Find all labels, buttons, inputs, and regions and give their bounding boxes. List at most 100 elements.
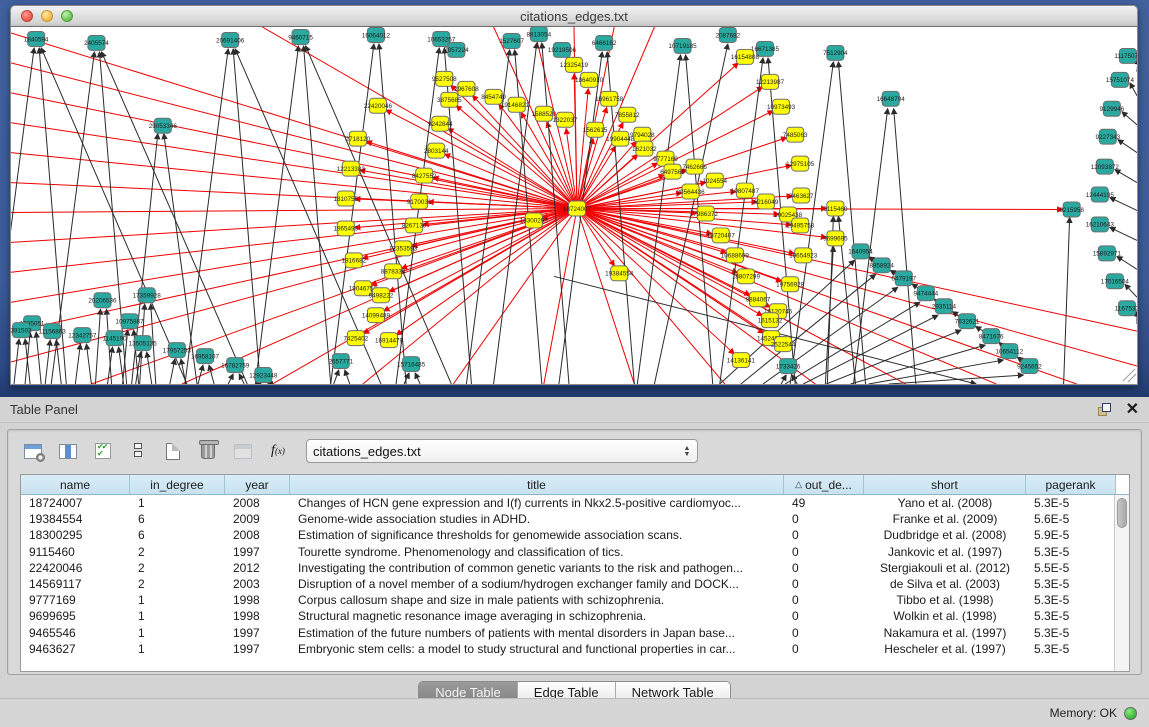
graph-node[interactable]: 7462666 <box>682 159 707 174</box>
graph-node[interactable]: 20691406 <box>216 32 245 47</box>
column-header-year[interactable]: year <box>225 475 290 494</box>
graph-node[interactable]: 2967608 <box>454 81 479 96</box>
graph-node[interactable]: 11175074 <box>1114 48 1137 63</box>
table-row[interactable]: 969969511998Structural magnetic resonanc… <box>21 608 1129 624</box>
graph-node[interactable]: 17957253 <box>163 343 192 358</box>
graph-node[interactable]: 2718120 <box>346 131 371 146</box>
graph-node[interactable]: 16961758 <box>595 91 624 106</box>
network-canvas[interactable]: 1840594 2405574 20691406 9460715 16064012 106… <box>10 27 1138 385</box>
graph-node[interactable]: 19218506 <box>548 42 577 57</box>
graph-node[interactable]: 29053346 <box>149 118 178 133</box>
graph-node[interactable]: 16914479 <box>375 333 404 348</box>
graph-node[interactable]: 10654112 <box>995 344 1023 359</box>
graph-node[interactable]: 8215958 <box>1059 202 1084 217</box>
trash-icon[interactable] <box>195 438 221 464</box>
graph-node[interactable]: 9170031 <box>407 194 432 209</box>
column-header-title[interactable]: title <box>290 475 784 494</box>
graph-node[interactable]: 19756928 <box>776 277 805 292</box>
graph-node[interactable]: 12093872 <box>1091 159 1120 174</box>
graph-node[interactable]: 391503 <box>11 323 32 338</box>
float-window-icon[interactable] <box>1098 403 1112 417</box>
graph-node[interactable]: 2405574 <box>84 35 109 50</box>
table-row[interactable]: 1456911722003Disruption of a novel membe… <box>21 576 1129 592</box>
graph-node[interactable]: 2657771 <box>328 354 353 369</box>
graph-node[interactable]: 1733426 <box>776 359 801 374</box>
graph-node[interactable]: 8878334 <box>381 264 406 279</box>
graph-node[interactable]: 9498222 <box>369 288 394 303</box>
window-titlebar[interactable]: citations_edges.txt <box>10 5 1138 27</box>
resize-grip-icon[interactable] <box>1123 369 1136 382</box>
graph-node[interactable]: 7857224 <box>444 42 469 57</box>
graph-node[interactable]: 1167533 <box>1115 301 1137 316</box>
graph-node[interactable]: 9699695 <box>823 231 848 246</box>
new-file-icon[interactable] <box>160 438 186 464</box>
graph-node[interactable]: 17016504 <box>1101 274 1130 289</box>
graph-node[interactable]: 10807487 <box>731 183 760 198</box>
graph-node[interactable]: 9129946 <box>1100 101 1125 116</box>
graph-node[interactable]: 15892971 <box>1093 246 1122 261</box>
graph-node[interactable]: 9463627 <box>789 188 814 203</box>
graph-node[interactable]: 1322037 <box>553 112 578 127</box>
graph-node[interactable]: 9245652 <box>1017 359 1042 374</box>
table-row[interactable]: 911546021997Tourette syndrome. Phenomeno… <box>21 544 1129 560</box>
graph-node[interactable]: 1562615 <box>583 122 608 137</box>
citation-graph[interactable]: 1840594 2405574 20691406 9460715 16064012 106… <box>11 27 1137 384</box>
graph-node[interactable]: 7512904 <box>823 45 848 60</box>
table-row[interactable]: 2242004622012Investigating the contribut… <box>21 560 1129 576</box>
graph-node[interactable]: 9146821 <box>504 97 529 112</box>
graph-node[interactable]: 2803144 <box>424 143 449 158</box>
column-header-short[interactable]: short <box>864 475 1026 494</box>
graph-node[interactable]: 10975887 <box>116 314 145 329</box>
graph-node[interactable]: 1621032 <box>632 141 657 156</box>
delete-table-icon[interactable] <box>230 438 256 464</box>
graph-node[interactable]: 12444195 <box>1086 187 1115 202</box>
graph-node[interactable]: 15751074 <box>1106 72 1135 87</box>
graph-node[interactable]: 9460715 <box>288 29 313 44</box>
close-icon[interactable]: ✕ <box>1126 403 1139 417</box>
graph-node[interactable]: 12353593 <box>389 241 418 256</box>
table-row[interactable]: 1872400712008Changes of HCN gene express… <box>21 495 1129 511</box>
graph-node[interactable]: 6466162 <box>592 35 617 50</box>
column-header-name[interactable]: name <box>21 475 130 494</box>
graph-node[interactable]: 10719185 <box>669 38 698 53</box>
graph-node[interactable]: 12325419 <box>560 57 589 72</box>
graph-node[interactable]: 9227343 <box>1096 129 1121 144</box>
table-row[interactable]: 1938455462009Genome-wide association stu… <box>21 511 1129 527</box>
graph-node[interactable]: 7485063 <box>783 127 808 142</box>
graph-node[interactable]: 8471676 <box>979 329 1004 344</box>
table-row[interactable]: 946362711997Embryonic stem cells: a mode… <box>21 641 1129 657</box>
table-settings-icon[interactable] <box>20 438 46 464</box>
graph-node[interactable]: 8813054 <box>527 27 552 41</box>
column-header-in_degree[interactable]: in_degree <box>130 475 225 494</box>
table-row[interactable]: 946554611997Estimation of the future num… <box>21 625 1129 641</box>
row-checks-icon[interactable] <box>90 438 116 464</box>
graph-node[interactable]: 15716485 <box>397 357 426 372</box>
graph-node[interactable]: 1840594 <box>24 31 49 46</box>
graph-node[interactable]: 16064012 <box>362 27 391 42</box>
scrollbar-thumb[interactable] <box>1117 498 1127 528</box>
graph-node[interactable]: 1527607 <box>499 33 524 48</box>
graph-node[interactable]: 16958107 <box>191 349 220 364</box>
graph-node[interactable]: 19384554 <box>605 266 634 281</box>
graph-node[interactable]: 9884067 <box>746 292 771 307</box>
graph-node[interactable]: 20206536 <box>88 293 117 308</box>
function-icon[interactable]: f(x) <box>265 438 291 464</box>
graph-node[interactable]: 9115460 <box>823 201 848 216</box>
graph-node[interactable]: 16210643 <box>1086 217 1115 232</box>
graph-node[interactable]: 6216049 <box>754 194 779 209</box>
graph-node[interactable]: 2935114 <box>932 299 957 314</box>
column-header-pagerank[interactable]: pagerank <box>1026 475 1116 494</box>
graph-node[interactable]: 16648794 <box>877 91 906 106</box>
graph-node[interactable]: 9794028 <box>630 127 655 142</box>
graph-node[interactable]: 12923448 <box>249 368 278 383</box>
graph-node[interactable]: 1145190 <box>102 331 127 346</box>
rows-icon[interactable] <box>125 438 151 464</box>
column-header-out_de[interactable]: △out_de... <box>784 475 864 494</box>
graph-node[interactable]: 9474444 <box>914 286 939 301</box>
graph-node[interactable]: 16782759 <box>221 358 250 373</box>
graph-node[interactable]: 8427552 <box>412 168 437 183</box>
vertical-scrollbar[interactable] <box>1114 495 1129 671</box>
table-selector-dropdown[interactable]: citations_edges.txt ▲▼ <box>306 439 698 463</box>
graph-node[interactable]: 9527508 <box>432 71 457 86</box>
graph-node[interactable]: 8267130 <box>402 218 427 233</box>
